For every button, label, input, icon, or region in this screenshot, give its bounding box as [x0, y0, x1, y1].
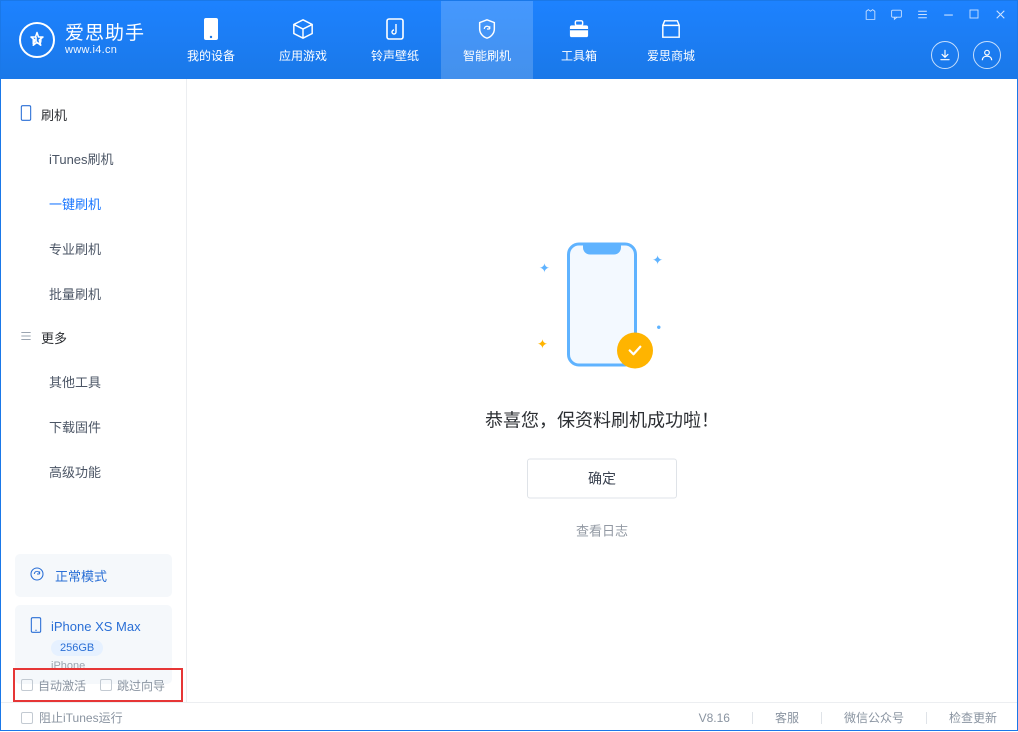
sidebar-item-pro-flash[interactable]: 专业刷机: [1, 226, 186, 271]
top-nav: 我的设备 应用游戏 铃声壁纸 智能刷机 工具箱 爱思商城: [165, 1, 717, 79]
success-illustration: ✦✦✦•: [537, 242, 667, 382]
svg-text:iU: iU: [32, 35, 43, 47]
phone-outline-icon: [19, 105, 33, 124]
logo[interactable]: iU 爱思助手 www.i4.cn: [1, 22, 165, 58]
body: 刷机 iTunes刷机 一键刷机 专业刷机 批量刷机 更多 其他工具 下载固件 …: [1, 79, 1017, 702]
checkbox-block-itunes[interactable]: 阻止iTunes运行: [21, 709, 123, 726]
mode-label: 正常模式: [55, 566, 107, 585]
checkbox-label: 自动激活: [38, 677, 86, 694]
section-flash: 刷机: [1, 93, 186, 136]
menu-icon[interactable]: [915, 7, 929, 21]
nav-item-flash[interactable]: 智能刷机: [441, 1, 533, 79]
version-label: V8.16: [699, 711, 730, 725]
footer-link-wechat[interactable]: 微信公众号: [844, 709, 904, 726]
header-actions: [931, 41, 1001, 69]
success-panel: ✦✦✦• 恭喜您，保资料刷机成功啦！ 确定 查看日志: [422, 242, 782, 539]
nav-label: 爱思商城: [647, 47, 695, 64]
confirm-button[interactable]: 确定: [527, 458, 677, 498]
nav-label: 应用游戏: [279, 47, 327, 64]
divider: [926, 712, 927, 724]
account-button[interactable]: [973, 41, 1001, 69]
section-title: 更多: [41, 328, 67, 347]
checkbox-icon: [21, 679, 33, 691]
maximize-icon[interactable]: [967, 7, 981, 21]
logo-icon: iU: [19, 22, 55, 58]
toolbox-icon: [567, 17, 591, 41]
footer-link-update[interactable]: 检查更新: [949, 709, 997, 726]
music-file-icon: [383, 17, 407, 41]
sync-icon: [29, 566, 45, 585]
sidebar: 刷机 iTunes刷机 一键刷机 专业刷机 批量刷机 更多 其他工具 下载固件 …: [1, 79, 187, 702]
phone-icon: [29, 617, 43, 636]
store-icon: [659, 17, 683, 41]
highlight-options: 自动激活 跳过向导: [13, 668, 183, 702]
nav-label: 智能刷机: [463, 47, 511, 64]
header: iU 爱思助手 www.i4.cn 我的设备 应用游戏 铃声壁纸 智能刷机 工具…: [1, 1, 1017, 79]
nav-item-device[interactable]: 我的设备: [165, 1, 257, 79]
checkbox-icon: [100, 679, 112, 691]
checkbox-label: 跳过向导: [117, 677, 165, 694]
checkbox-skip-guide[interactable]: 跳过向导: [100, 677, 165, 694]
download-button[interactable]: [931, 41, 959, 69]
nav-label: 铃声壁纸: [371, 47, 419, 64]
nav-item-store[interactable]: 爱思商城: [625, 1, 717, 79]
window-controls: [863, 7, 1007, 21]
checkbox-icon: [21, 712, 33, 724]
divider: [752, 712, 753, 724]
checkbox-auto-activate[interactable]: 自动激活: [21, 677, 86, 694]
footer-link-support[interactable]: 客服: [775, 709, 799, 726]
section-title: 刷机: [41, 105, 67, 124]
checkbox-label: 阻止iTunes运行: [39, 709, 123, 726]
shield-sync-icon: [475, 17, 499, 41]
success-message: 恭喜您，保资料刷机成功啦！: [485, 406, 719, 432]
device-icon: [199, 17, 223, 41]
sidebar-item-batch-flash[interactable]: 批量刷机: [1, 271, 186, 316]
list-icon: [19, 329, 33, 346]
nav-item-apps[interactable]: 应用游戏: [257, 1, 349, 79]
nav-label: 工具箱: [561, 47, 597, 64]
footer: 阻止iTunes运行 V8.16 客服 微信公众号 检查更新: [1, 702, 1017, 732]
view-log-link[interactable]: 查看日志: [576, 520, 628, 539]
main-content: ✦✦✦• 恭喜您，保资料刷机成功啦！ 确定 查看日志: [187, 79, 1017, 702]
check-badge-icon: [617, 332, 653, 368]
sidebar-item-advanced[interactable]: 高级功能: [1, 449, 186, 494]
cube-icon: [291, 17, 315, 41]
sidebar-item-download-fw[interactable]: 下载固件: [1, 404, 186, 449]
mode-box[interactable]: 正常模式: [15, 554, 172, 597]
device-storage: 256GB: [51, 640, 103, 656]
feedback-icon[interactable]: [889, 7, 903, 21]
sidebar-item-itunes-flash[interactable]: iTunes刷机: [1, 136, 186, 181]
minimize-icon[interactable]: [941, 7, 955, 21]
close-icon[interactable]: [993, 7, 1007, 21]
nav-item-toolbox[interactable]: 工具箱: [533, 1, 625, 79]
sidebar-item-other-tools[interactable]: 其他工具: [1, 359, 186, 404]
nav-item-ringtone[interactable]: 铃声壁纸: [349, 1, 441, 79]
sidebar-item-onekey-flash[interactable]: 一键刷机: [1, 181, 186, 226]
device-name: iPhone XS Max: [51, 619, 141, 634]
app-subtitle: www.i4.cn: [65, 44, 145, 56]
app-title: 爱思助手: [65, 24, 145, 45]
nav-label: 我的设备: [187, 47, 235, 64]
divider: [821, 712, 822, 724]
logo-text: 爱思助手 www.i4.cn: [65, 24, 145, 57]
skin-icon[interactable]: [863, 7, 877, 21]
section-more: 更多: [1, 316, 186, 359]
